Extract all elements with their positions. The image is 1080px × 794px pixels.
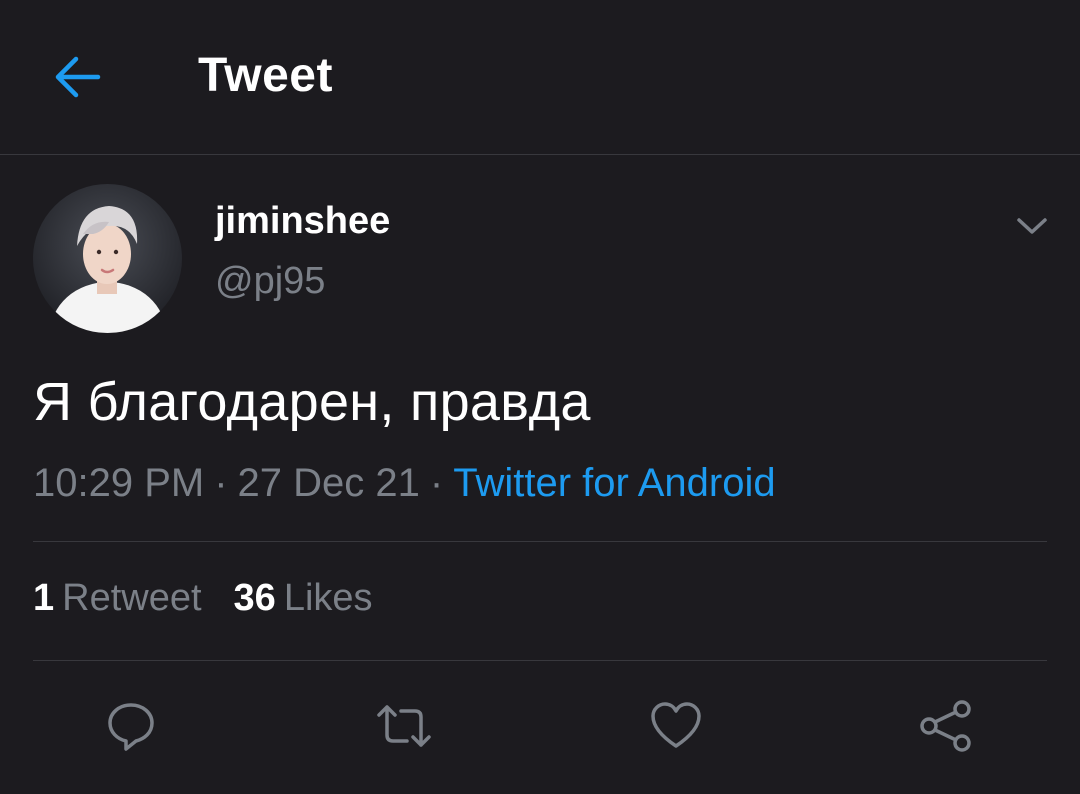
retweets-stat[interactable]: 1 Retweet [33, 574, 202, 622]
likes-stat[interactable]: 36 Likes [234, 574, 373, 622]
reply-icon [104, 699, 158, 753]
tweet-date: 27 Dec 21 [237, 461, 420, 505]
tweet-stats: 1 Retweet 36 Likes [33, 574, 373, 622]
likes-label: Likes [283, 577, 373, 619]
tweet-time: 10:29 PM [33, 461, 205, 505]
like-icon [648, 700, 704, 752]
retweets-count: 1 [33, 577, 55, 619]
app-header: Tweet [0, 0, 1080, 155]
tweet-text: Я благодарен, правда [33, 372, 591, 432]
retweet-button[interactable] [372, 694, 436, 758]
divider [33, 660, 1047, 661]
back-button[interactable] [48, 50, 106, 104]
likes-count: 36 [233, 577, 276, 619]
divider [33, 541, 1047, 542]
tweet-source-link[interactable]: Twitter for Android [453, 461, 775, 505]
share-button[interactable] [914, 694, 978, 758]
retweets-label: Retweet [62, 577, 202, 619]
display-name[interactable]: jiminshee [215, 198, 390, 244]
page-title: Tweet [198, 49, 333, 102]
arrow-left-icon [52, 55, 102, 99]
avatar[interactable] [33, 184, 182, 333]
share-icon [918, 698, 974, 754]
retweet-icon [373, 699, 435, 753]
reply-button[interactable] [99, 694, 163, 758]
more-options-button[interactable] [1010, 204, 1054, 248]
tweet-meta: 10:29 PM · 27 Dec 21 · Twitter for Android [33, 458, 776, 508]
chevron-down-icon [1016, 216, 1048, 236]
user-handle[interactable]: @pj95 [215, 258, 325, 304]
meta-separator: · [214, 461, 228, 505]
like-button[interactable] [644, 694, 708, 758]
meta-separator: · [429, 461, 444, 505]
